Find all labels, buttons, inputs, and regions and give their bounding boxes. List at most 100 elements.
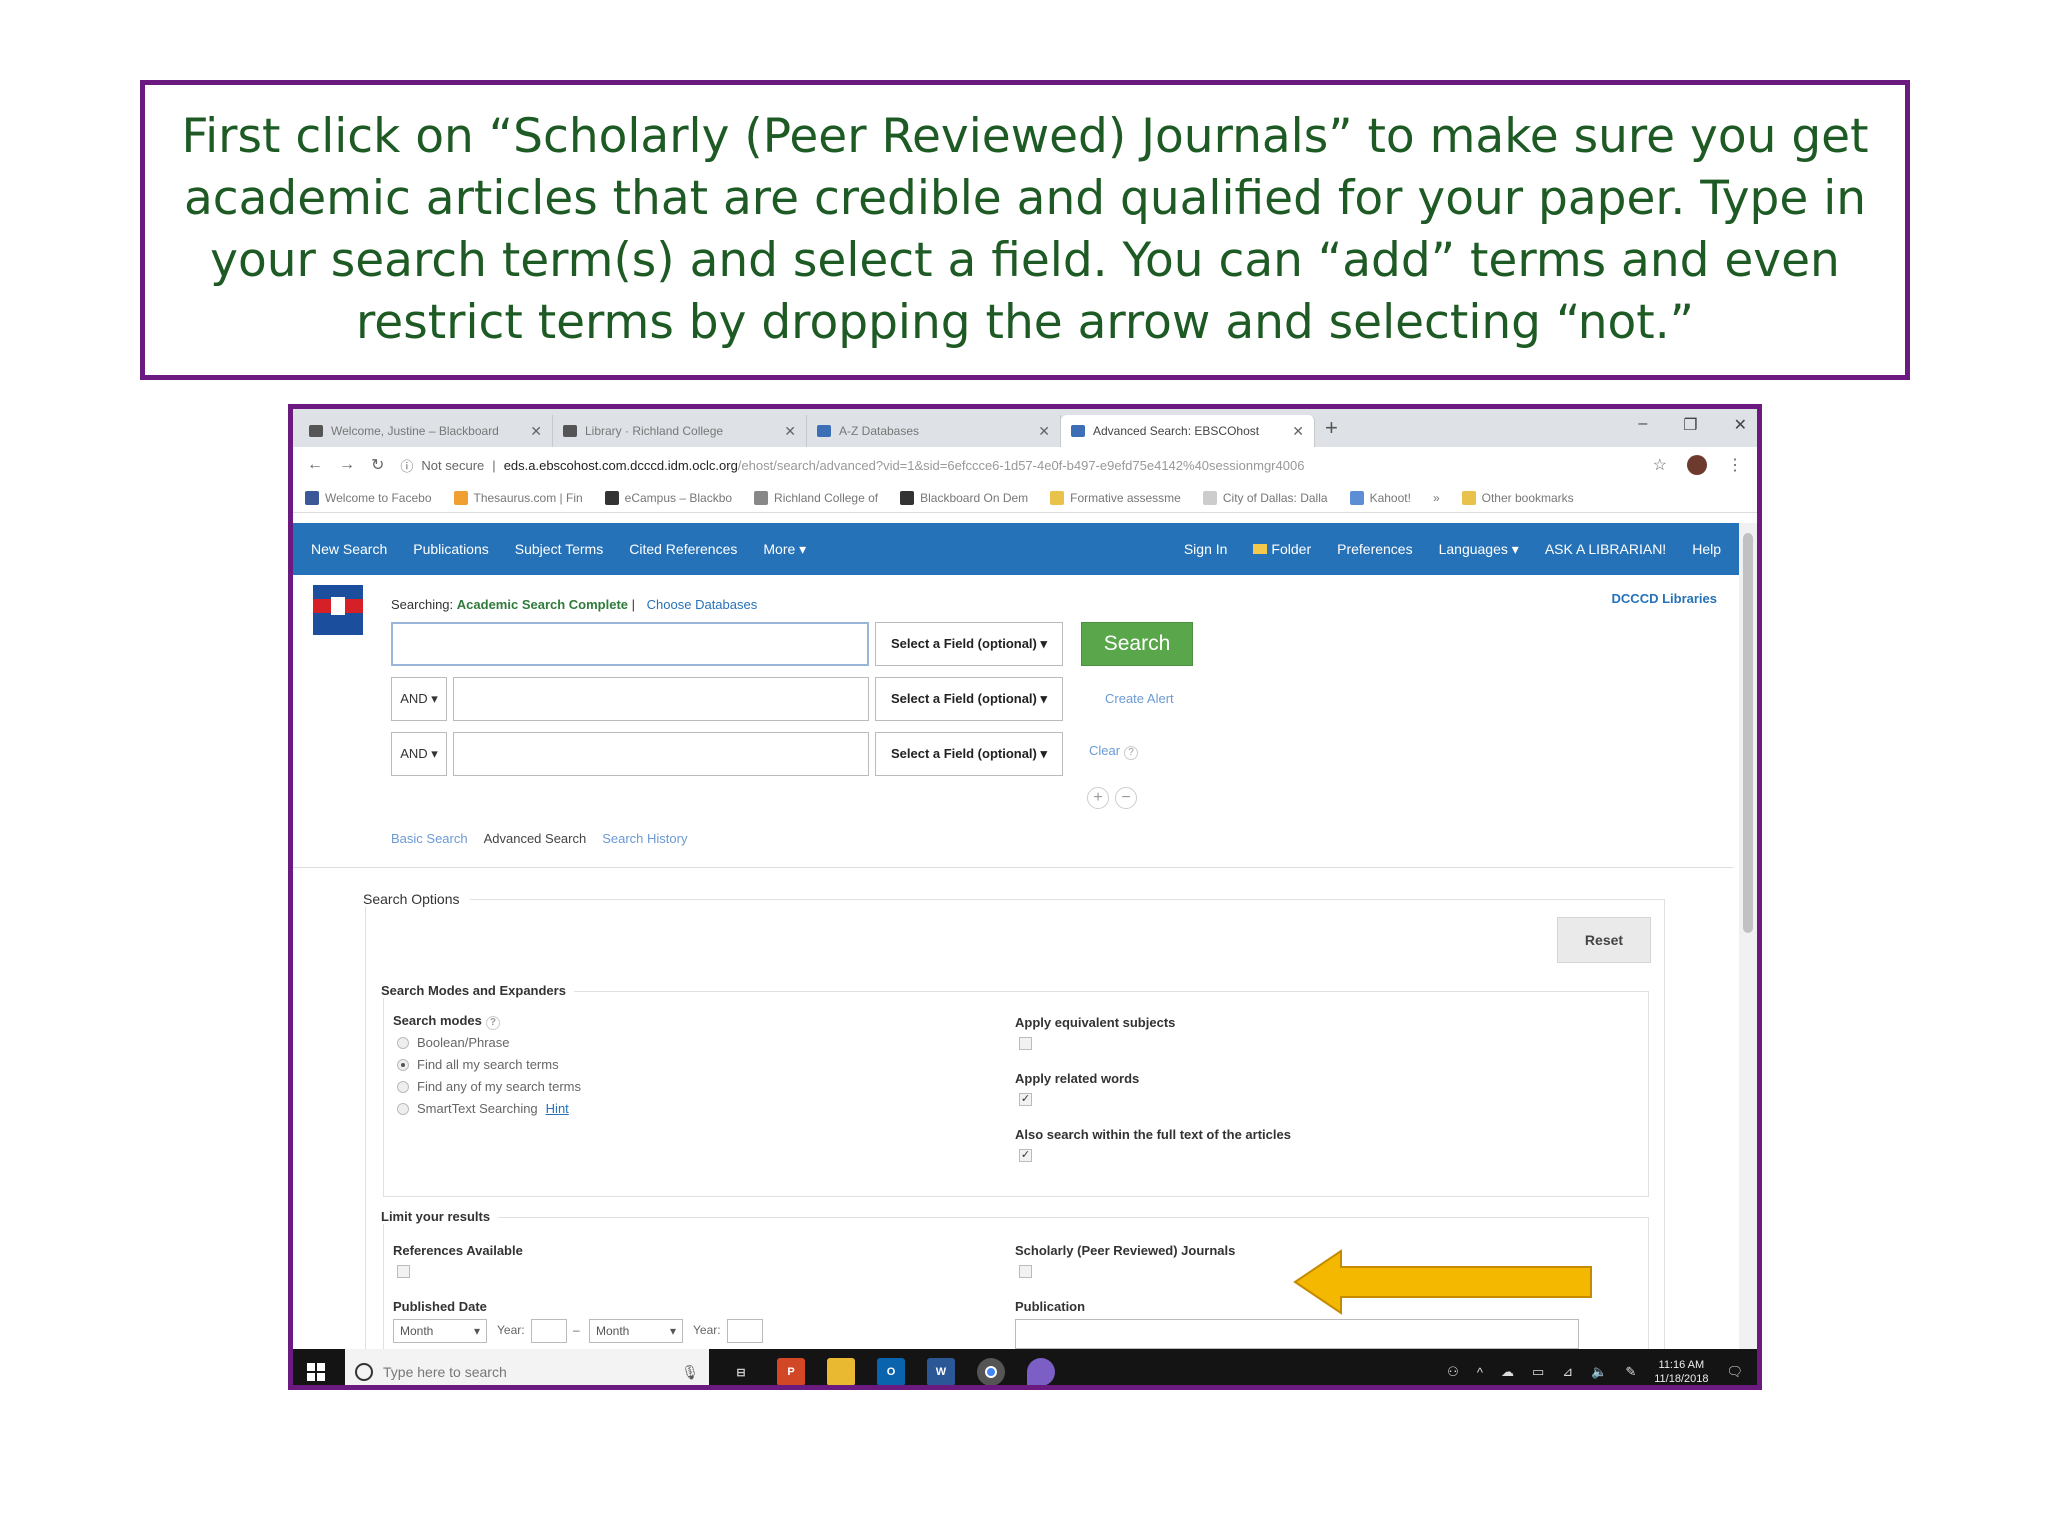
pen-icon[interactable]: ✎: [1625, 1364, 1636, 1380]
clear-link[interactable]: Clear?: [1089, 743, 1139, 760]
remove-row-icon[interactable]: −: [1115, 787, 1137, 809]
references-available-checkbox[interactable]: [397, 1265, 410, 1278]
search-history-link[interactable]: Search History: [602, 831, 687, 846]
file-explorer-icon[interactable]: [827, 1358, 855, 1385]
field-select-2[interactable]: Select a Field (optional) ▾: [875, 677, 1063, 721]
network-icon[interactable]: ⊿: [1562, 1364, 1573, 1380]
help-link[interactable]: Help: [1692, 541, 1721, 558]
bookmark[interactable]: Kahoot!: [1349, 490, 1411, 505]
field-select-1[interactable]: Select a Field (optional) ▾: [875, 622, 1063, 666]
full-text-checkbox[interactable]: ✓: [1019, 1149, 1032, 1162]
new-tab-icon[interactable]: +: [1325, 415, 1338, 441]
end-year-input[interactable]: [727, 1319, 763, 1343]
back-icon[interactable]: ←: [307, 456, 323, 474]
close-icon[interactable]: ✕: [1038, 423, 1050, 440]
search-button[interactable]: Search: [1081, 622, 1193, 666]
url-field[interactable]: ⓘ Not secure | eds.a.ebscohost.com.dcccd…: [400, 456, 1640, 475]
volume-icon[interactable]: 🔈: [1591, 1364, 1607, 1380]
windows-start-icon[interactable]: [307, 1363, 325, 1381]
radio-button[interactable]: [397, 1036, 409, 1049]
hint-link[interactable]: Hint: [546, 1101, 569, 1116]
radio-button[interactable]: [397, 1102, 409, 1115]
browser-tab-active[interactable]: Advanced Search: EBSCOhost ✕: [1061, 415, 1315, 447]
radio-button[interactable]: [397, 1080, 409, 1093]
other-bookmarks[interactable]: Other bookmarks: [1461, 490, 1574, 505]
avatar[interactable]: [1687, 455, 1707, 475]
chevron-up-icon[interactable]: ^: [1477, 1365, 1483, 1380]
search-input-1[interactable]: [391, 622, 869, 666]
outlook-icon[interactable]: O: [877, 1358, 905, 1385]
search-input-3[interactable]: [453, 732, 869, 776]
search-input-2[interactable]: [453, 677, 869, 721]
help-icon[interactable]: ?: [485, 1016, 500, 1030]
publication-input[interactable]: [1015, 1319, 1579, 1349]
folder-link[interactable]: Folder: [1253, 541, 1311, 558]
clock[interactable]: 11:16 AM 11/18/2018: [1654, 1358, 1708, 1385]
scholarly-checkbox[interactable]: [1019, 1265, 1032, 1278]
add-row-icon[interactable]: +: [1087, 787, 1109, 809]
preferences-link[interactable]: Preferences: [1337, 541, 1412, 558]
browser-tab[interactable]: Library · Richland College ✕: [553, 415, 807, 447]
end-month-select[interactable]: Month ▾: [589, 1319, 683, 1343]
mode-option[interactable]: Find any of my search terms: [397, 1079, 581, 1094]
radio-button-selected[interactable]: [397, 1058, 409, 1071]
boolean-select-3[interactable]: AND ▾: [391, 732, 447, 776]
people-icon[interactable]: ⚇: [1447, 1364, 1459, 1380]
mode-option[interactable]: SmartText Searching Hint: [397, 1101, 569, 1116]
microphone-icon[interactable]: 🎙: [681, 1364, 699, 1381]
bookmarks-overflow-icon[interactable]: »: [1433, 491, 1440, 505]
apply-equivalent-checkbox[interactable]: [1019, 1037, 1032, 1050]
bookmark[interactable]: eCampus – Blackbo: [604, 490, 732, 505]
star-icon[interactable]: ☆: [1653, 455, 1667, 475]
powerpoint-icon[interactable]: P: [777, 1358, 805, 1385]
basic-search-link[interactable]: Basic Search: [391, 831, 468, 846]
start-year-input[interactable]: [531, 1319, 567, 1343]
reload-icon[interactable]: ↻: [371, 455, 384, 475]
close-icon[interactable]: ✕: [1292, 423, 1304, 440]
browser-tab[interactable]: Welcome, Justine – Blackboard ✕: [299, 415, 553, 447]
battery-icon[interactable]: ▭: [1532, 1364, 1544, 1380]
ebsco-logo[interactable]: [313, 585, 363, 635]
mode-option[interactable]: Find all my search terms: [397, 1057, 559, 1072]
close-icon[interactable]: ✕: [784, 423, 796, 440]
sign-in-link[interactable]: Sign In: [1184, 541, 1228, 558]
help-icon[interactable]: ?: [1124, 746, 1139, 760]
mode-option[interactable]: Boolean/Phrase: [397, 1035, 510, 1050]
languages-menu[interactable]: Languages ▾: [1439, 541, 1519, 558]
close-window-icon[interactable]: ✕: [1734, 415, 1747, 435]
restore-icon[interactable]: ❐: [1683, 415, 1697, 435]
task-view-icon[interactable]: ⊟: [727, 1358, 755, 1385]
create-alert-link[interactable]: Create Alert: [1105, 691, 1174, 706]
close-icon[interactable]: ✕: [530, 423, 542, 440]
vertical-scrollbar[interactable]: [1739, 523, 1757, 1349]
start-month-select[interactable]: Month ▾: [393, 1319, 487, 1343]
chrome-icon[interactable]: [977, 1358, 1005, 1385]
toolbar-subject-terms[interactable]: Subject Terms: [515, 541, 603, 558]
institution-link[interactable]: DCCCD Libraries: [1612, 591, 1717, 606]
toolbar-new-search[interactable]: New Search: [311, 541, 387, 558]
taskbar-search[interactable]: Type here to search 🎙: [345, 1349, 709, 1385]
bookmark[interactable]: Welcome to Facebo: [305, 490, 432, 505]
bookmark[interactable]: City of Dallas: Dalla: [1202, 490, 1328, 505]
field-select-3[interactable]: Select a Field (optional) ▾: [875, 732, 1063, 776]
reset-button[interactable]: Reset: [1557, 917, 1651, 963]
bookmark[interactable]: Richland College of: [754, 490, 878, 505]
forward-icon[interactable]: →: [339, 456, 355, 474]
menu-icon[interactable]: ⋮: [1727, 455, 1743, 475]
browser-tab[interactable]: A-Z Databases ✕: [807, 415, 1061, 447]
bookmark[interactable]: Thesaurus.com | Fin: [453, 490, 583, 505]
choose-databases-link[interactable]: Choose Databases: [647, 597, 758, 612]
app-icon[interactable]: [1027, 1358, 1055, 1385]
apply-related-checkbox[interactable]: ✓: [1019, 1093, 1032, 1106]
bookmark[interactable]: Formative assessme: [1050, 490, 1181, 505]
boolean-select-2[interactable]: AND ▾: [391, 677, 447, 721]
minimize-icon[interactable]: –: [1638, 415, 1647, 435]
scrollbar-thumb[interactable]: [1743, 533, 1753, 933]
word-icon[interactable]: W: [927, 1358, 955, 1385]
onedrive-icon[interactable]: ☁: [1501, 1364, 1514, 1380]
ask-librarian-link[interactable]: ASK A LIBRARIAN!: [1545, 541, 1666, 558]
toolbar-publications[interactable]: Publications: [413, 541, 489, 558]
bookmark[interactable]: Blackboard On Dem: [900, 490, 1028, 505]
toolbar-cited-references[interactable]: Cited References: [629, 541, 737, 558]
toolbar-more[interactable]: More ▾: [763, 541, 806, 558]
